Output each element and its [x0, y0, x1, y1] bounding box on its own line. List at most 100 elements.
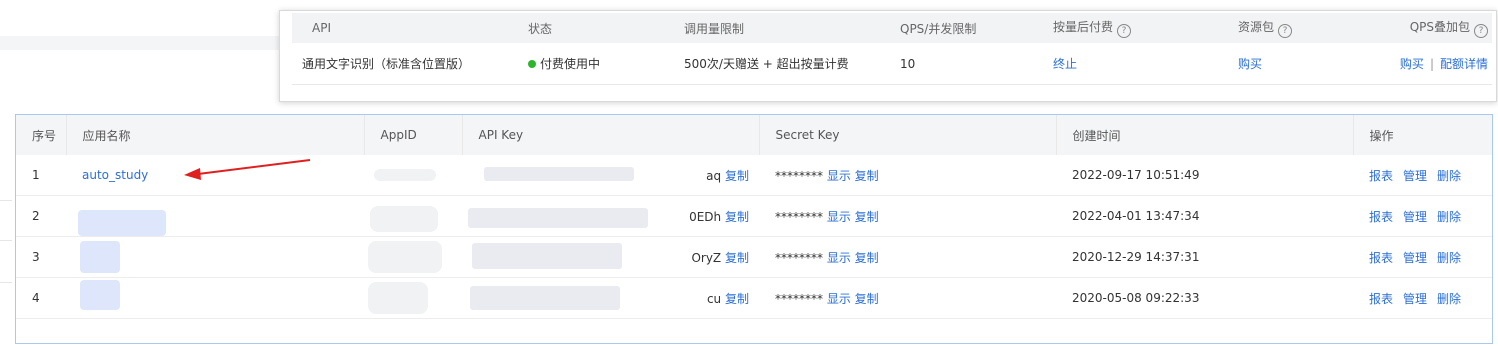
app-name-cell	[66, 277, 364, 319]
show-secret-button[interactable]: 显示	[827, 210, 851, 224]
copy-secret-button[interactable]: 复制	[855, 169, 879, 183]
secret-key-cell: ******** 显示 复制	[759, 195, 1056, 237]
report-link[interactable]: 报表	[1369, 210, 1393, 224]
col-status: 状态	[518, 13, 674, 43]
appid-cell	[364, 277, 462, 319]
buy-package-link[interactable]: 购买	[1238, 57, 1262, 71]
background-divider	[0, 240, 12, 241]
terminate-link[interactable]: 终止	[1053, 57, 1077, 71]
api-key-tail: aq	[706, 168, 722, 183]
api-qps: 10	[890, 43, 1043, 85]
manage-link[interactable]: 管理	[1403, 210, 1427, 224]
copy-api-key-button[interactable]: 复制	[725, 210, 749, 224]
copy-api-key-button[interactable]: 复制	[725, 251, 749, 265]
secret-key-cell: ******** 显示 复制	[759, 155, 1056, 196]
col-api-key: API Key	[462, 115, 760, 155]
api-key-cell: OryZ 复制	[462, 236, 759, 278]
delete-link[interactable]: 删除	[1437, 169, 1461, 183]
row-index: 3	[16, 236, 66, 278]
copy-api-key-button[interactable]: 复制	[725, 169, 749, 183]
background-divider	[0, 200, 12, 201]
table-row: 2 0EDh 复制 ******** 显示 复制 2022-04-01 13:4…	[16, 195, 1492, 237]
col-api: API	[292, 13, 518, 43]
api-row: 通用文字识别（标准含位置版） 付费使用中 500次/天赠送 + 超出按量计费 1…	[292, 43, 1492, 85]
secret-mask: ********	[775, 168, 823, 183]
appid-cell	[364, 236, 462, 278]
delete-link[interactable]: 删除	[1437, 251, 1461, 265]
show-secret-button[interactable]: 显示	[827, 292, 851, 306]
col-status-label: 状态	[528, 21, 553, 36]
show-secret-button[interactable]: 显示	[827, 169, 851, 183]
created-time: 2022-04-01 13:47:34	[1056, 195, 1353, 237]
col-postpay: 按量后付费?	[1043, 13, 1228, 43]
app-list-panel: 序号 应用名称 AppID API Key Secret Key 创建时间 操作…	[15, 114, 1493, 344]
col-qps-addon: QPS叠加包?	[1388, 13, 1492, 43]
manage-link[interactable]: 管理	[1403, 292, 1427, 306]
api-table-header: API 状态 调用量限制 QPS/并发限制 按量后付费? 资源包? QPS叠加包…	[292, 13, 1492, 43]
show-secret-button[interactable]: 显示	[827, 251, 851, 265]
col-index: 序号	[16, 115, 67, 155]
api-name: 通用文字识别（标准含位置版）	[292, 43, 518, 85]
api-key-cell: cu 复制	[462, 277, 759, 319]
col-api-label: API	[312, 21, 331, 35]
package-cell: 购买	[1228, 43, 1388, 85]
report-link[interactable]: 报表	[1369, 292, 1393, 306]
secret-mask: ********	[775, 250, 823, 265]
redacted-app-name	[80, 280, 120, 310]
created-time: 2020-12-29 14:37:31	[1056, 236, 1353, 278]
quota-detail-link[interactable]: 配额详情	[1440, 57, 1488, 71]
col-appid: AppID	[364, 115, 463, 155]
redacted-app-name	[80, 241, 120, 273]
help-icon[interactable]: ?	[1474, 24, 1488, 38]
help-icon[interactable]: ?	[1278, 24, 1293, 38]
table-row: 1 auto_study aq 复制 ******** 显示 复制 2022-0…	[16, 155, 1492, 196]
delete-link[interactable]: 删除	[1437, 210, 1461, 224]
col-quota-label: 调用量限制	[684, 21, 745, 36]
col-postpay-label: 按量后付费	[1053, 20, 1114, 34]
col-qps-label: QPS/并发限制	[900, 21, 977, 36]
col-package-label: 资源包	[1238, 20, 1275, 34]
redacted-api-key	[470, 286, 620, 310]
manage-link[interactable]: 管理	[1403, 251, 1427, 265]
background-band	[0, 36, 280, 50]
col-qps: QPS/并发限制	[890, 13, 1043, 43]
secret-mask: ********	[775, 291, 823, 306]
secret-mask: ********	[775, 209, 823, 224]
col-package: 资源包?	[1228, 13, 1388, 43]
ops-cell: 报表 管理 删除	[1353, 236, 1492, 278]
redacted-appid	[368, 241, 442, 273]
redacted-appid	[368, 282, 428, 314]
copy-secret-button[interactable]: 复制	[855, 210, 879, 224]
secret-key-cell: ******** 显示 复制	[759, 236, 1056, 278]
manage-link[interactable]: 管理	[1403, 169, 1427, 183]
api-key-tail: 0EDh	[689, 209, 722, 224]
ops-cell: 报表 管理 删除	[1353, 277, 1492, 319]
copy-secret-button[interactable]: 复制	[855, 292, 879, 306]
col-secret-key: Secret Key	[759, 115, 1057, 155]
redacted-appid	[374, 169, 436, 181]
buy-addon-link[interactable]: 购买	[1400, 57, 1424, 71]
copy-api-key-button[interactable]: 复制	[725, 292, 749, 306]
api-status: 付费使用中	[518, 43, 674, 85]
api-key-cell: aq 复制	[462, 155, 759, 196]
copy-secret-button[interactable]: 复制	[855, 251, 879, 265]
report-link[interactable]: 报表	[1369, 251, 1393, 265]
api-service-panel: API 状态 调用量限制 QPS/并发限制 按量后付费? 资源包? QPS叠加包…	[279, 10, 1497, 102]
redacted-appid	[370, 206, 438, 232]
background-divider	[0, 282, 12, 283]
delete-link[interactable]: 删除	[1437, 292, 1461, 306]
report-link[interactable]: 报表	[1369, 169, 1393, 183]
postpay-cell: 终止	[1043, 43, 1228, 85]
help-icon[interactable]: ?	[1117, 24, 1132, 38]
api-status-text: 付费使用中	[540, 57, 601, 71]
col-created: 创建时间	[1056, 115, 1354, 155]
api-service-table: API 状态 调用量限制 QPS/并发限制 按量后付费? 资源包? QPS叠加包…	[292, 13, 1492, 85]
ops-cell: 报表 管理 删除	[1353, 155, 1492, 196]
col-quota: 调用量限制	[674, 13, 890, 43]
qps-addon-cell: 购买 | 配额详情	[1388, 43, 1492, 85]
created-time: 2020-05-08 09:22:33	[1056, 277, 1353, 319]
redacted-api-key	[468, 208, 648, 228]
secret-key-cell: ******** 显示 复制	[759, 277, 1056, 319]
col-ops: 操作	[1353, 115, 1492, 155]
app-name-link[interactable]: auto_study	[82, 168, 148, 182]
